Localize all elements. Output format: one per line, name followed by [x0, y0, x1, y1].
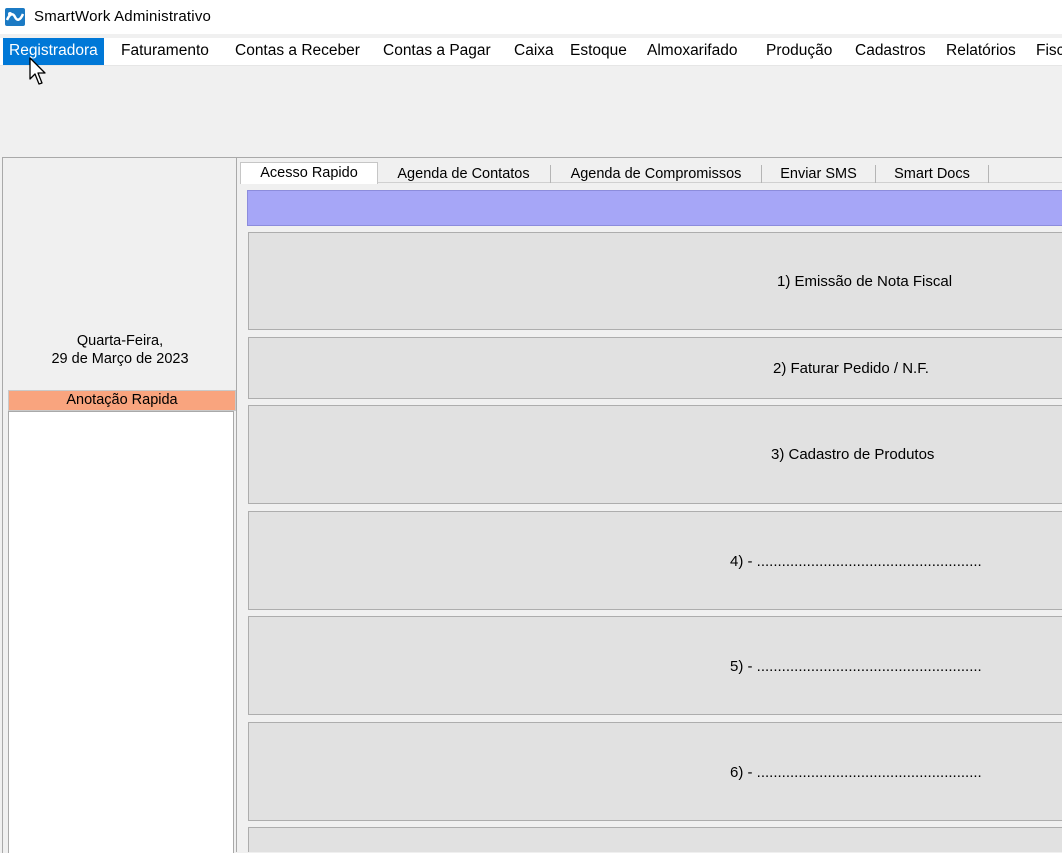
weekday-label: Quarta-Feira,	[76, 333, 164, 349]
menu-producao-label: Produção	[766, 42, 833, 59]
menu-contas-a-pagar[interactable]: Contas a Pagar	[377, 38, 497, 65]
tab-agenda-de-compromissos[interactable]: Agenda de Compromissos	[551, 165, 762, 183]
tab-smart-docs[interactable]: Smart Docs	[876, 165, 989, 183]
menu-fiscal-label: Fisc	[1036, 42, 1062, 59]
quick-note-textarea[interactable]	[8, 411, 234, 853]
menu-producao[interactable]: Produção	[760, 38, 838, 65]
smartwork-logo-icon	[5, 8, 25, 26]
menu-faturamento[interactable]: Faturamento	[115, 38, 215, 65]
menu-relatorios-label: Relatórios	[946, 42, 1016, 59]
menu-bar: Registradora Faturamento Contas a Recebe…	[0, 38, 1062, 66]
menu-relatorios[interactable]: Relatórios	[940, 38, 1022, 65]
tab-acesso-rapido-label: Acesso Rapido	[260, 165, 358, 181]
quick-action-label: 1) Emissão de Nota Fiscal	[777, 273, 953, 290]
menu-fiscal[interactable]: Fisc	[1030, 38, 1062, 65]
menu-faturamento-label: Faturamento	[121, 42, 209, 59]
menu-almoxarifado[interactable]: Almoxarifado	[641, 38, 743, 65]
title-bar: SmartWork Administrativo	[0, 0, 1062, 34]
quick-action-cadastro-produtos[interactable]: 3) Cadastro de Produtos	[248, 405, 1062, 504]
quick-action-4[interactable]: 4) - ...................................…	[248, 511, 1062, 610]
quick-action-label: 4) - ...................................…	[730, 553, 982, 570]
tab-acesso-rapido[interactable]: Acesso Rapido	[240, 162, 378, 184]
mouse-cursor-icon	[29, 57, 51, 87]
menu-registradora[interactable]: Registradora	[3, 38, 104, 65]
menu-registradora-label: Registradora	[9, 42, 98, 59]
toolbar-area	[0, 66, 1062, 156]
date-label: 29 de Março de 2023	[51, 351, 189, 367]
quick-action-label: 2) Faturar Pedido / N.F.	[773, 360, 929, 377]
menu-cadastros[interactable]: Cadastros	[849, 38, 932, 65]
window-title: SmartWork Administrativo	[34, 8, 212, 25]
quick-action-label: 6) - ...................................…	[730, 764, 982, 781]
tab-smart-docs-label: Smart Docs	[894, 166, 970, 182]
quick-action-7[interactable]	[248, 827, 1062, 852]
tab-agenda-de-contatos[interactable]: Agenda de Contatos	[377, 165, 551, 183]
tab-enviar-sms[interactable]: Enviar SMS	[762, 165, 876, 183]
tab-agenda-de-compromissos-label: Agenda de Compromissos	[570, 166, 742, 182]
menu-caixa-label: Caixa	[514, 42, 554, 59]
quick-action-faturar-pedido[interactable]: 2) Faturar Pedido / N.F.	[248, 337, 1062, 399]
quick-action-label: 3) Cadastro de Produtos	[771, 446, 935, 463]
menu-caixa[interactable]: Caixa	[508, 38, 560, 65]
accent-bar	[247, 190, 1062, 226]
quick-action-5[interactable]: 5) - ...................................…	[248, 616, 1062, 715]
menu-cadastros-label: Cadastros	[855, 42, 926, 59]
menu-almoxarifado-label: Almoxarifado	[647, 42, 738, 59]
menu-contas-a-pagar-label: Contas a Pagar	[383, 42, 491, 59]
quick-action-emissao-nota-fiscal[interactable]: 1) Emissão de Nota Fiscal	[248, 232, 1062, 330]
quick-note-header: Anotação Rapida	[8, 390, 236, 411]
quick-action-6[interactable]: 6) - ...................................…	[248, 722, 1062, 821]
tab-agenda-de-contatos-label: Agenda de Contatos	[397, 166, 530, 182]
tab-enviar-sms-label: Enviar SMS	[780, 166, 857, 182]
menu-estoque-label: Estoque	[570, 42, 627, 59]
menu-contas-a-receber[interactable]: Contas a Receber	[229, 38, 366, 65]
menu-estoque[interactable]: Estoque	[564, 38, 633, 65]
menu-contas-a-receber-label: Contas a Receber	[235, 42, 360, 59]
quick-action-label: 5) - ...................................…	[730, 658, 982, 675]
